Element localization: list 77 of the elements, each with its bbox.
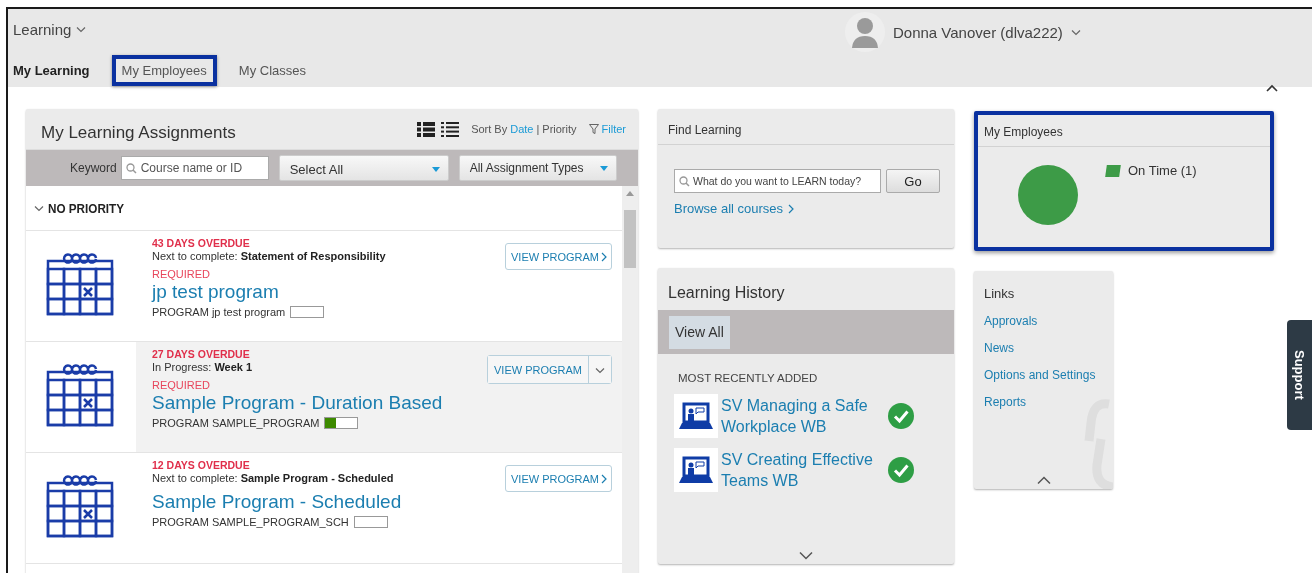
card-title: Find Learning <box>658 109 954 145</box>
chevron-right-icon <box>601 473 607 484</box>
link[interactable]: Reports <box>974 395 1037 409</box>
browse-link[interactable]: Browse all courses <box>674 201 795 216</box>
link[interactable]: Approvals <box>974 314 1048 328</box>
scrollbar-thumb[interactable] <box>624 210 636 268</box>
keyword-field[interactable]: Course name or ID <box>120 156 269 180</box>
search-icon <box>679 176 690 187</box>
view-all-button[interactable]: View All <box>669 315 730 349</box>
avatar-icon <box>845 12 885 52</box>
card-title: My Employees <box>978 115 1270 147</box>
detail-text: Next to complete: Statement of Responsibility <box>152 250 387 262</box>
program-code: PROGRAM jp test program <box>152 306 286 318</box>
chevron-down-icon <box>76 25 87 33</box>
required-label: REQUIRED <box>152 268 212 280</box>
card-title: Links <box>983 285 1016 301</box>
scrollbar[interactable] <box>622 186 638 573</box>
laptop-icon <box>679 456 713 484</box>
progress-bar <box>324 417 359 429</box>
funnel-icon <box>588 124 599 134</box>
caret-icon <box>599 165 608 171</box>
pie-chart-drawing <box>1018 165 1078 225</box>
type-dropdown[interactable]: All Assignment Types <box>458 155 617 181</box>
list-view-icon[interactable] <box>417 121 436 137</box>
detail-text: Next to complete: Sample Program - Scheduled <box>152 472 395 484</box>
chevron-down-icon <box>34 204 44 212</box>
calendar-icon <box>46 473 116 539</box>
assignment-row[interactable]: 43 DAYS OVERDUE Next to complete: Statement of Responsibility REQUIRED jp test program PROGRAM jp test program VIEW PROGRAM <box>136 231 622 341</box>
chevron-right-icon <box>788 203 795 214</box>
chevron-down-icon <box>1070 28 1081 36</box>
section-label: MOST RECENTLY ADDED <box>677 371 819 384</box>
view-program-button[interactable]: VIEW PROGRAM <box>505 243 612 270</box>
overdue-label: 43 DAYS OVERDUE <box>152 237 251 249</box>
caret-icon <box>595 366 605 374</box>
calendar-icon <box>46 362 116 428</box>
view-program-button[interactable]: VIEW PROGRAM <box>505 465 612 492</box>
collapse-icon[interactable] <box>1266 84 1278 92</box>
dropdown-toggle[interactable] <box>588 356 611 383</box>
program-code: PROGRAM SAMPLE_PROGRAM_SCH <box>152 516 349 528</box>
course-link[interactable]: SV Creating Effective Teams WB <box>721 449 881 491</box>
program-title-link[interactable]: Sample Program - Duration Based <box>152 392 443 414</box>
user-menu[interactable]: Donna Vanover (dlva222) <box>845 12 1081 52</box>
search-icon <box>125 163 137 174</box>
assignment-row[interactable]: 27 DAYS OVERDUE In Progress: Week 1 REQUIRED Sample Program - Duration Based PROGRAM SAMPLE_PROGRAM VIEW PROGRAM <box>136 342 622 452</box>
status-dropdown[interactable]: Select All <box>278 155 449 181</box>
compact-list-icon[interactable] <box>441 121 460 137</box>
course-link[interactable]: SV Managing a Safe Workplace WB <box>721 395 881 437</box>
search-field[interactable]: What do you want to LEARN today? <box>674 169 881 193</box>
program-title-link[interactable]: Sample Program - Scheduled <box>152 491 402 513</box>
panel-title: My Learning Assignments <box>41 123 237 143</box>
tab[interactable]: My Employees <box>111 55 217 86</box>
detail-text: In Progress: Week 1 <box>152 361 254 373</box>
program-code: PROGRAM SAMPLE_PROGRAM <box>152 417 320 429</box>
link[interactable]: News <box>974 341 1024 355</box>
calendar-icon <box>46 251 116 317</box>
tab[interactable]: My Learning <box>13 55 100 86</box>
view-program-button[interactable]: VIEW PROGRAM <box>488 356 588 383</box>
chevron-right-icon <box>601 251 607 262</box>
sort-option[interactable]: Priority <box>542 123 577 135</box>
keyword-label: Keyword <box>70 161 117 175</box>
sort-separator: | <box>536 123 540 135</box>
expand-icon[interactable] <box>799 551 813 560</box>
overdue-label: 12 DAYS OVERDUE <box>152 459 251 471</box>
card-title: Learning History <box>667 283 786 303</box>
app-menu[interactable]: Learning <box>13 20 87 38</box>
sort-label: Sort By <box>471 123 508 135</box>
laptop-icon <box>679 402 713 430</box>
tab[interactable]: My Classes <box>228 55 316 86</box>
assignment-row[interactable]: 12 DAYS OVERDUE Next to complete: Sample Program - Scheduled Sample Program - Scheduled PROGRAM SAMPLE_PROGRAM_SCH VIEW PROGRAM <box>136 453 622 563</box>
overdue-label: 27 DAYS OVERDUE <box>152 348 251 360</box>
legend-label: On Time (1) <box>1128 163 1197 178</box>
support-tab[interactable]: Support <box>1287 320 1312 430</box>
go-button[interactable]: Go <box>886 169 940 193</box>
program-title-link[interactable]: jp test program <box>152 281 279 303</box>
caret-icon <box>431 167 440 172</box>
link[interactable]: Options and Settings <box>974 368 1106 382</box>
required-label: REQUIRED <box>152 379 212 391</box>
